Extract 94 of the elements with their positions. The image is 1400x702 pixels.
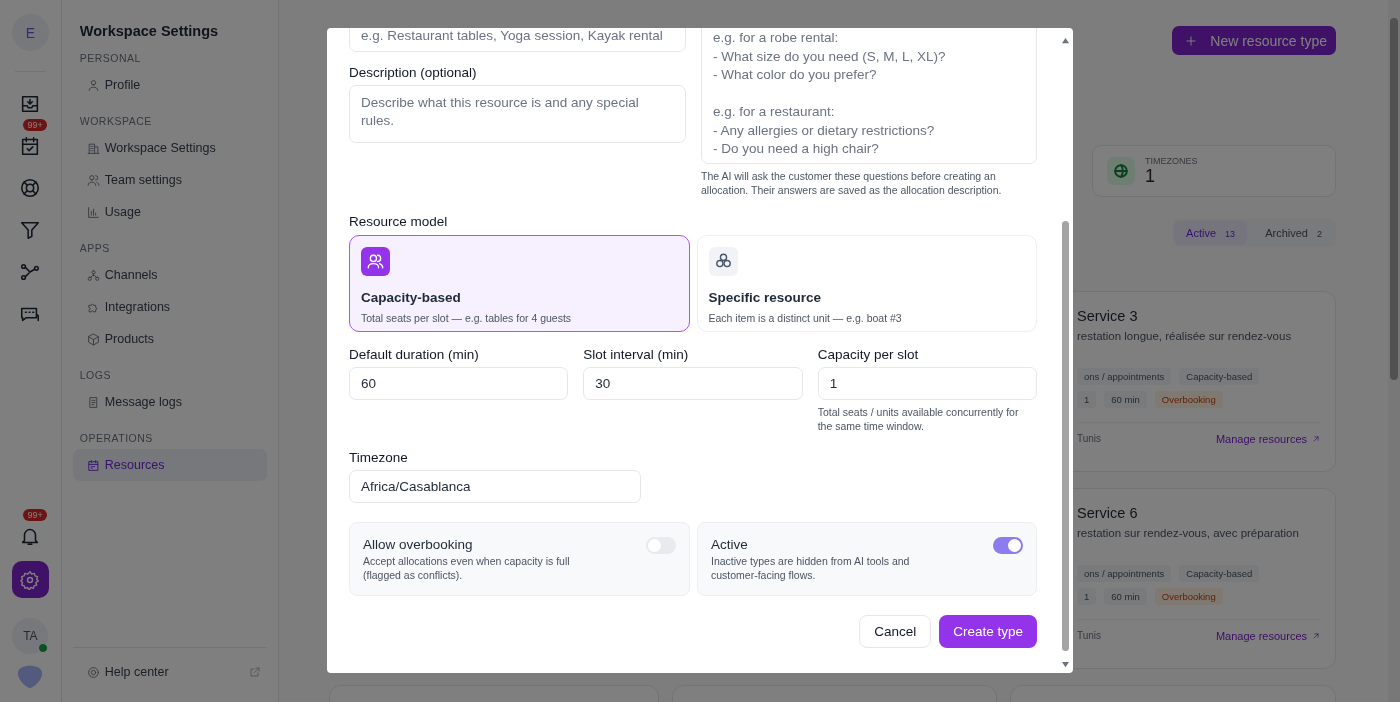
external-link-icon [249, 666, 261, 678]
option-description: Total seats per slot — e.g. tables for 4 guests [361, 312, 573, 324]
card-title: Service 3 [1077, 308, 1139, 324]
field-label: Default duration (min) [349, 347, 480, 362]
card-timezone: Tunis [1077, 630, 1102, 642]
new-resource-type-button[interactable]: New resource type [1172, 26, 1336, 55]
card-timezone: Tunis [1077, 433, 1102, 445]
notification-badge: 99+ [23, 119, 47, 131]
field-label: Description (optional) [349, 65, 478, 80]
notification-badge: 99+ [23, 509, 47, 521]
section-heading: APPS [79, 242, 111, 254]
scroll-down-icon[interactable] [1060, 661, 1070, 668]
settings-icon [20, 569, 41, 590]
toggle-title: Active [711, 537, 749, 552]
manage-resources-link[interactable]: Manage resources [1215, 433, 1321, 445]
tag: 60 min [1104, 391, 1147, 408]
section-heading: PERSONAL [79, 52, 142, 64]
field-label: Slot interval (min) [583, 347, 690, 362]
field-label: Resource model [349, 214, 449, 229]
number-field[interactable]: 1 [817, 367, 1037, 400]
person-icon [86, 78, 100, 92]
card-description: restation longue, réalisée sur rendez-vous [1077, 330, 1293, 342]
manage-resources-link[interactable]: Manage resources [1215, 630, 1321, 642]
status-tab[interactable]: Archived 2 [1253, 221, 1334, 245]
people-icon [86, 173, 100, 187]
stat-label: TIMEZONES [1145, 155, 1198, 166]
sidebar-title: Workspace Settings [79, 23, 220, 39]
toggle-description: Accept allocations even when capacity is full (flagged as conflicts). [363, 554, 571, 582]
tag: ons / appointments [1077, 565, 1172, 582]
number-field[interactable]: 60 [349, 367, 569, 400]
field-hint: Total seats / units available concurrently for the same time window. [817, 405, 1020, 433]
scroll-up-icon[interactable] [1060, 37, 1070, 44]
card-description: restation sur rendez-vous, avec préparation [1077, 527, 1300, 539]
stat-value: 1 [1145, 165, 1156, 187]
create-type-button[interactable]: Create type [939, 615, 1037, 648]
field-label: Capacity per slot [817, 347, 920, 362]
lifebuoy-icon [86, 665, 100, 679]
sidebar-item[interactable]: Team settings [72, 164, 267, 196]
option-title: Specific resource [708, 290, 823, 305]
bar-chart-icon [86, 205, 100, 219]
section-heading: OPERATIONS [79, 432, 154, 444]
option-description: Each item is a distinct unit — e.g. boat #3 [708, 312, 903, 324]
section-heading: LOGS [79, 369, 112, 381]
tag: Capacity-based [1179, 565, 1260, 582]
questions-field[interactable]: e.g. for a robe rental: - What size do you need (S, M, L, XL)? - What color do you prefer? e.g. for a restaurant: - Any allergies or dietary restrictions? - Do you need a high chair? [701, 28, 1037, 164]
tag: 60 min [1104, 588, 1147, 605]
number-field[interactable]: 30 [583, 367, 803, 400]
cube-icon [86, 332, 100, 346]
sidebar-item[interactable]: Profile [72, 69, 267, 101]
nodes-icon [86, 268, 100, 282]
toggle-switch[interactable] [993, 537, 1023, 554]
settings-button[interactable] [11, 561, 49, 598]
description-field[interactable]: Describe what this resource is and any special rules. [349, 85, 686, 143]
tag: ons / appointments [1077, 368, 1172, 385]
lifebuoy-icon[interactable] [19, 177, 42, 199]
tag: 1 [1077, 391, 1097, 408]
warning-tag: Overbooking [1154, 588, 1223, 605]
toggle-description: Inactive types are hidden from AI tools and customer-facing flows. [711, 554, 911, 582]
card-title: Service 6 [1077, 505, 1139, 521]
page-scrollbar[interactable] [1388, 0, 1400, 702]
status-tab[interactable]: Active 13 [1174, 221, 1248, 245]
sidebar-item[interactable]: Message logs [72, 386, 267, 418]
user-avatar[interactable]: TA [12, 618, 49, 654]
field-label: Timezone [349, 450, 409, 465]
arrow-icon [1311, 631, 1321, 641]
cancel-button[interactable]: Cancel [859, 615, 932, 648]
resource-model-option[interactable]: Specific resource Each item is a distinct unit — e.g. boat #3 [696, 235, 1037, 332]
building-icon [86, 141, 100, 155]
tag: 1 [1077, 588, 1097, 605]
help-center-link[interactable]: Help center [72, 656, 267, 688]
resource-model-option[interactable]: Capacity-based Total seats per slot — e.g. tables for 4 guests [349, 235, 690, 332]
option-title: Capacity-based [361, 290, 462, 305]
sidebar-item[interactable]: Integrations [72, 291, 267, 323]
section-heading: WORKSPACE [79, 115, 153, 127]
globe-icon [1107, 157, 1135, 185]
toggle-title: Allow overbooking [363, 537, 474, 552]
warning-tag: Overbooking [1154, 391, 1223, 408]
calendar-icon [86, 458, 100, 472]
tag: Capacity-based [1179, 368, 1260, 385]
timezone-field[interactable]: Africa/Casablanca [349, 470, 641, 503]
sidebar-item[interactable]: Channels [72, 259, 267, 291]
branch-icon[interactable] [19, 261, 42, 283]
cluster-icon [708, 247, 738, 276]
field-hint: The AI will ask the customer these questions before creating an allocation. Their answers are saved as the allocation description. [701, 169, 1003, 197]
arrow-icon [1311, 434, 1321, 444]
filter-icon[interactable] [19, 219, 42, 241]
sidebar-item[interactable]: Workspace Settings [72, 132, 267, 164]
people-icon [361, 247, 390, 276]
sidebar-item[interactable]: Usage [72, 196, 267, 228]
sidebar-item[interactable]: Products [72, 323, 267, 355]
sidebar-item[interactable]: Resources [72, 449, 267, 481]
name-field[interactable]: e.g. Restaurant tables, Yoga session, Kayak rental [349, 28, 686, 52]
workspace-avatar[interactable]: E [11, 14, 49, 51]
plus-icon [1184, 33, 1199, 48]
